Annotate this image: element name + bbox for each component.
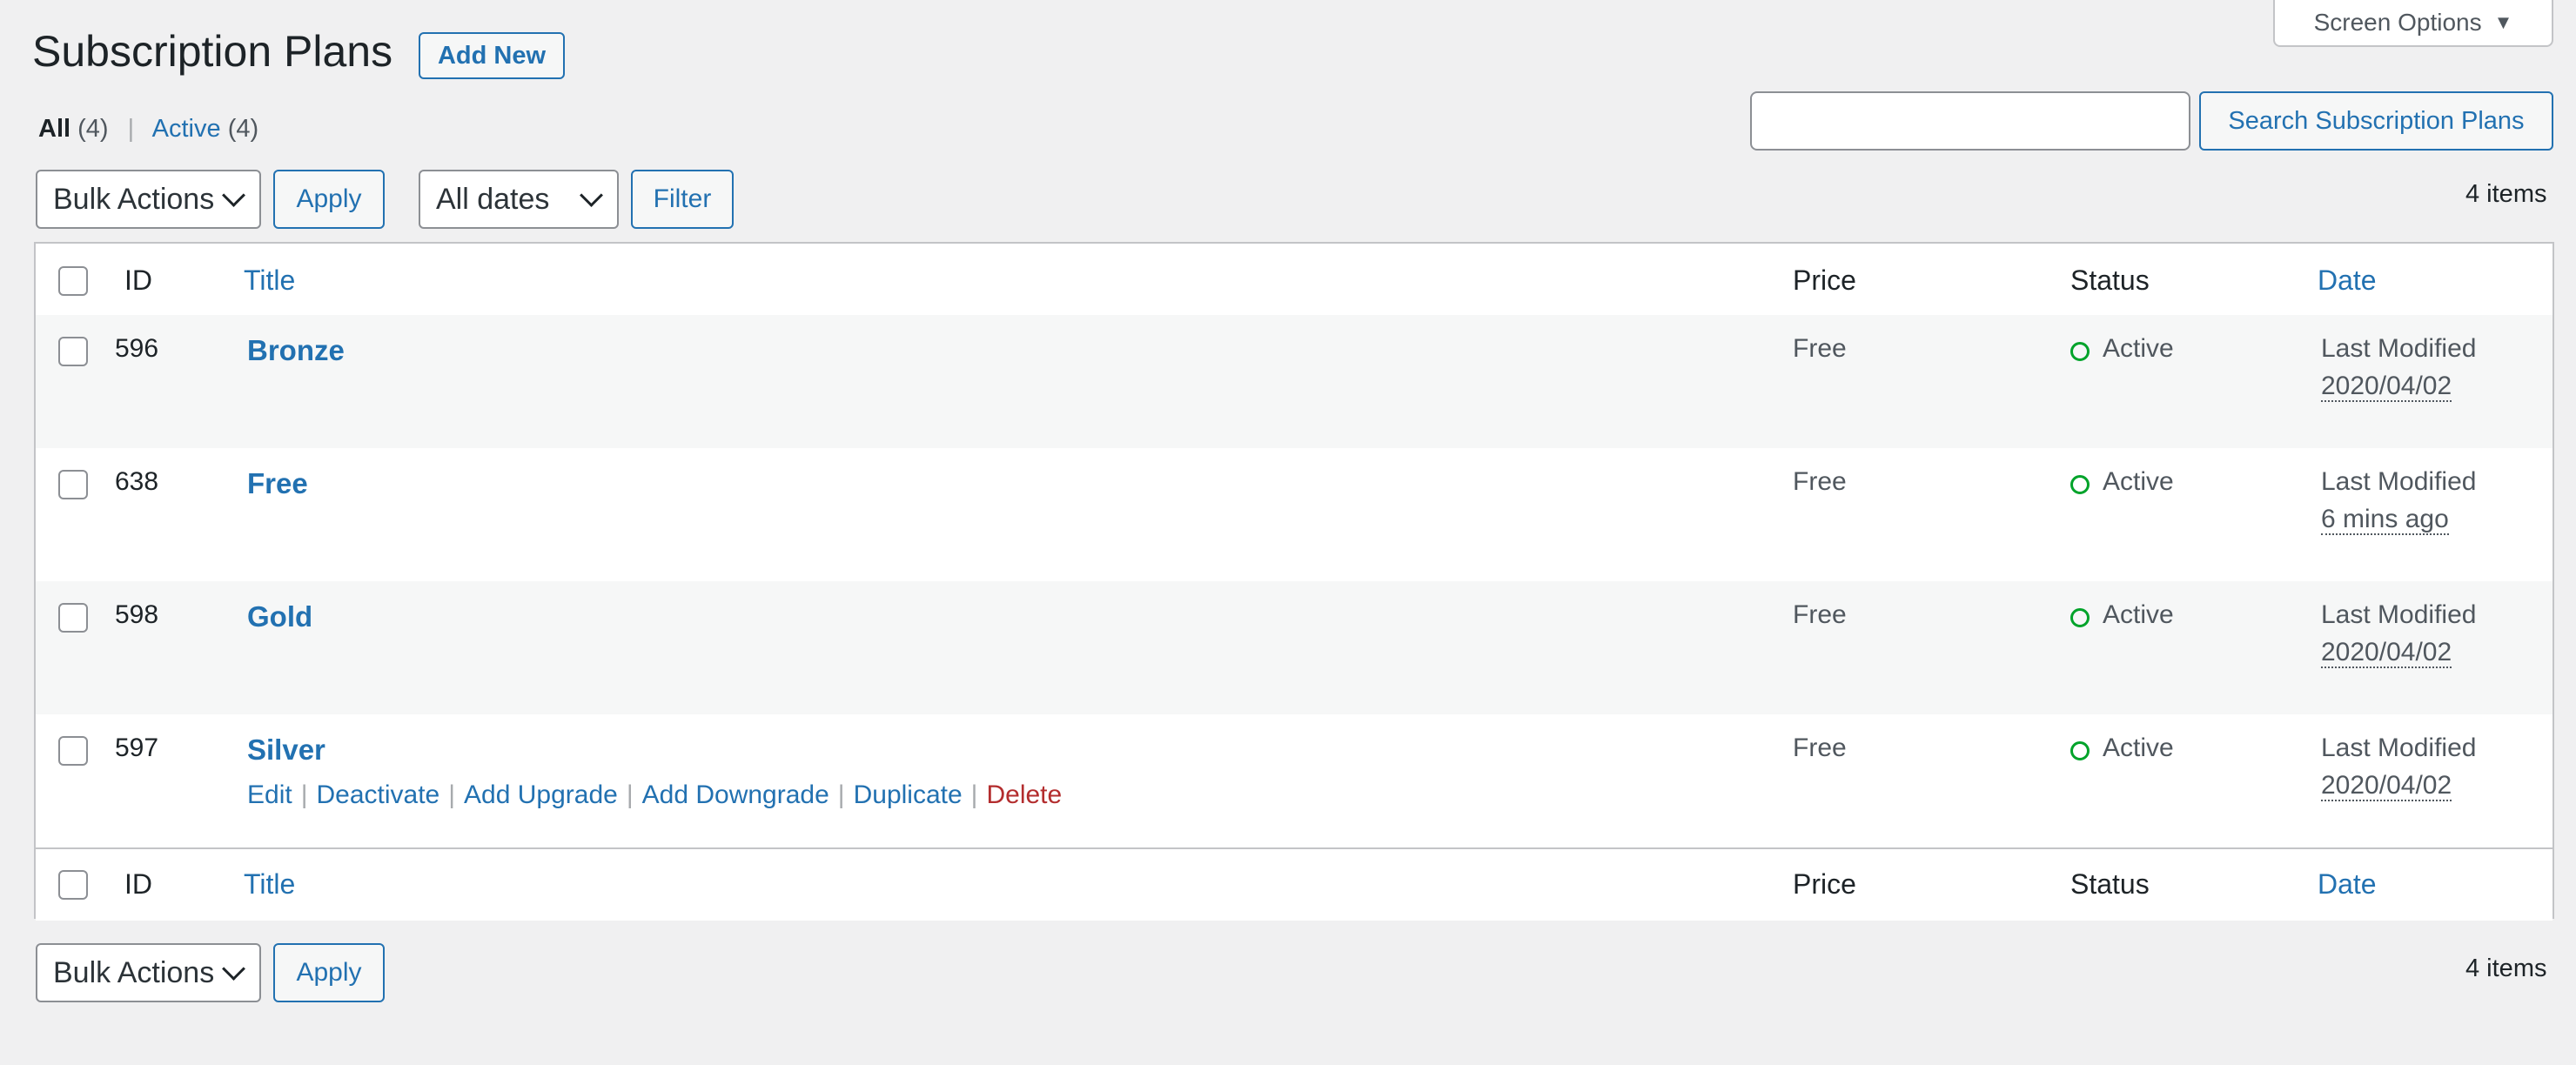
screen-options-toggle[interactable]: Screen Options ▼ <box>2273 0 2553 47</box>
status-active-icon <box>2070 475 2090 494</box>
bulk-actions-value: Bulk Actions <box>53 182 215 216</box>
add-new-button[interactable]: Add New <box>419 32 565 79</box>
bulk-actions-select-bottom[interactable]: Bulk Actions <box>36 943 261 1002</box>
row-id: 596 <box>115 334 159 363</box>
row-date-value: 2020/04/02 <box>2321 372 2452 402</box>
row-action-add-upgrade[interactable]: Add Upgrade <box>464 780 618 809</box>
column-price: Price <box>1793 265 1856 296</box>
search-input[interactable] <box>1750 91 2190 151</box>
table-footer: ID Title Price Status Date <box>36 847 2553 921</box>
action-separator: | <box>970 780 978 809</box>
bulk-actions-select-top[interactable]: Bulk Actions <box>36 170 261 229</box>
column-date-sort[interactable]: Date <box>2318 868 2377 901</box>
row-title-link[interactable]: Silver <box>247 733 325 767</box>
row-checkbox[interactable] <box>58 736 88 766</box>
column-id: ID <box>124 265 152 296</box>
action-separator: | <box>448 780 456 809</box>
table-row: 598 Gold Free Active Last Modified 2020/… <box>36 581 2553 714</box>
date-filter-select[interactable]: All dates <box>419 170 619 229</box>
items-count-top: 4 items <box>2465 180 2547 208</box>
triangle-down-icon: ▼ <box>2493 11 2513 33</box>
date-filter-value: All dates <box>436 182 550 216</box>
row-id: 598 <box>115 600 159 629</box>
action-separator: | <box>300 780 308 809</box>
subscription-plans-table: ID Title Price Status Date 596 Bronze Fr… <box>34 242 2554 921</box>
screen-options-label: Screen Options <box>2313 9 2482 36</box>
row-id: 638 <box>115 467 159 496</box>
row-status: Active <box>2103 600 2174 629</box>
row-status: Active <box>2103 467 2174 496</box>
table-row: 597 Silver Edit | Deactivate | Add Upgrade | A… <box>36 714 2553 847</box>
row-action-add-downgrade[interactable]: Add Downgrade <box>642 780 829 809</box>
select-all-checkbox[interactable] <box>58 266 88 296</box>
row-actions: Edit | Deactivate | Add Upgrade | Add Downgrad… <box>247 780 1062 810</box>
apply-button-bottom[interactable]: Apply <box>273 943 385 1002</box>
row-status: Active <box>2103 733 2174 762</box>
status-active-icon <box>2070 342 2090 361</box>
row-date-value: 6 mins ago <box>2321 505 2449 535</box>
row-checkbox[interactable] <box>58 470 88 499</box>
date-abbr: 6 mins ago <box>2321 505 2449 535</box>
column-price: Price <box>1793 868 1856 900</box>
action-separator: | <box>626 780 634 809</box>
table-row: 638 Free Free Active Last Modified 6 min… <box>36 448 2553 581</box>
view-all-label: All <box>38 115 71 143</box>
date-abbr: 2020/04/02 <box>2321 771 2452 801</box>
bulk-actions-value: Bulk Actions <box>53 955 215 989</box>
row-date-label: Last Modified <box>2321 334 2477 363</box>
column-date-sort[interactable]: Date <box>2318 265 2377 297</box>
page-title: Subscription Plans <box>32 27 393 76</box>
row-date-value: 2020/04/02 <box>2321 771 2452 801</box>
status-views: All (4) | Active (4) <box>38 115 258 144</box>
row-date-label: Last Modified <box>2321 733 2477 762</box>
row-date-label: Last Modified <box>2321 467 2477 496</box>
row-title-link[interactable]: Free <box>247 467 308 500</box>
chevron-down-icon <box>580 184 603 207</box>
table-row: 596 Bronze Free Active Last Modified 202… <box>36 315 2553 448</box>
filter-button[interactable]: Filter <box>631 170 734 229</box>
action-separator: | <box>837 780 845 809</box>
view-all[interactable]: All (4) <box>38 115 109 143</box>
row-action-edit[interactable]: Edit <box>247 780 292 809</box>
row-action-deactivate[interactable]: Deactivate <box>317 780 440 809</box>
row-date-value: 2020/04/02 <box>2321 638 2452 668</box>
items-count-bottom: 4 items <box>2465 954 2547 982</box>
row-title-link[interactable]: Gold <box>247 600 312 633</box>
column-status: Status <box>2070 868 2150 900</box>
chevron-down-icon <box>222 957 245 981</box>
row-price: Free <box>1793 600 1847 629</box>
row-price: Free <box>1793 334 1847 363</box>
view-separator: | <box>127 115 135 143</box>
chevron-down-icon <box>222 184 245 207</box>
view-all-count: (4) <box>77 115 109 143</box>
select-all-checkbox-footer[interactable] <box>58 870 88 900</box>
column-id: ID <box>124 868 152 900</box>
row-id: 597 <box>115 733 159 762</box>
date-abbr: 2020/04/02 <box>2321 638 2452 668</box>
row-checkbox[interactable] <box>58 603 88 633</box>
row-status: Active <box>2103 334 2174 363</box>
apply-button-top[interactable]: Apply <box>273 170 385 229</box>
column-title-sort[interactable]: Title <box>244 868 295 901</box>
row-title-link[interactable]: Bronze <box>247 334 345 367</box>
row-date-label: Last Modified <box>2321 600 2477 629</box>
row-price: Free <box>1793 733 1847 762</box>
row-action-delete[interactable]: Delete <box>986 780 1062 809</box>
status-active-icon <box>2070 741 2090 760</box>
view-active-label: Active <box>151 115 221 143</box>
table-header: ID Title Price Status Date <box>36 244 2553 317</box>
column-status: Status <box>2070 265 2150 296</box>
row-action-duplicate[interactable]: Duplicate <box>854 780 963 809</box>
column-title-sort[interactable]: Title <box>244 265 295 297</box>
status-active-icon <box>2070 608 2090 627</box>
search-button[interactable]: Search Subscription Plans <box>2199 91 2553 151</box>
row-price: Free <box>1793 467 1847 496</box>
row-checkbox[interactable] <box>58 337 88 366</box>
view-active-count: (4) <box>227 115 259 143</box>
view-active[interactable]: Active (4) <box>152 115 259 143</box>
date-abbr: 2020/04/02 <box>2321 372 2452 402</box>
